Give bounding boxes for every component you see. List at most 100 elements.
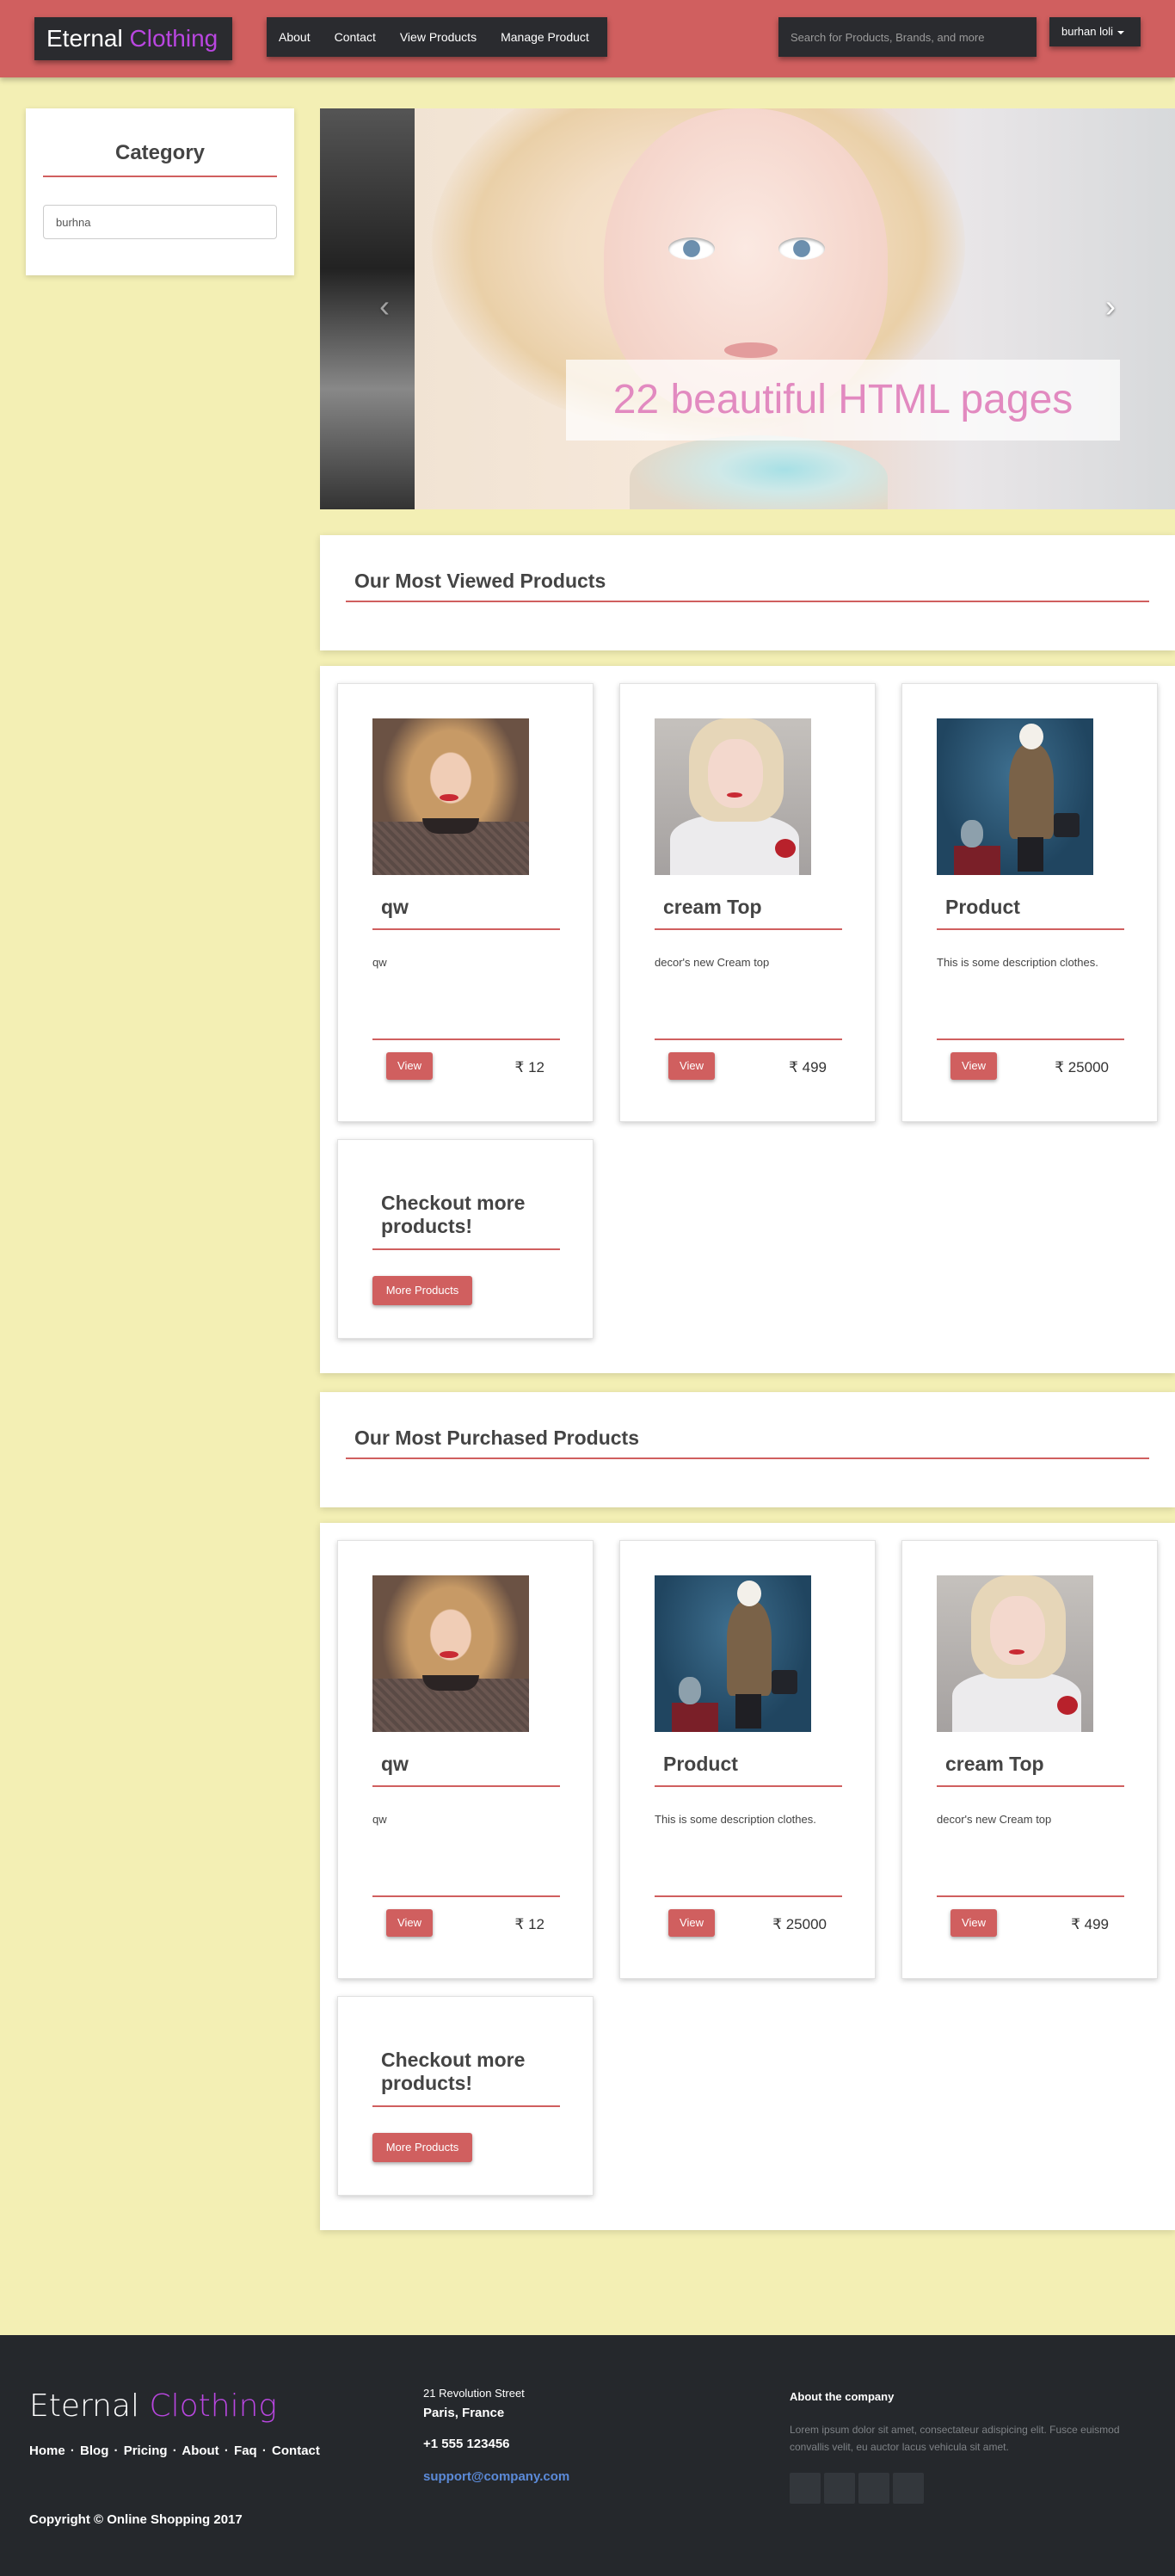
nav-contact[interactable]: Contact [335,30,376,44]
about-title: About the company [790,2390,895,2403]
checkout-more-title: Checkout more products! [381,1192,526,1237]
product-image[interactable] [655,718,811,875]
product-name: Product [663,1753,738,1775]
product-card: Product This is some description clothes… [619,1540,876,1979]
chevron-right-icon[interactable]: › [1098,289,1123,324]
divider [655,1038,842,1040]
product-card: cream Top decor's new Cream top View ₹ 4… [901,1540,1158,1979]
link-separator: · [70,2444,75,2458]
divider [655,1895,842,1897]
product-description: decor's new Cream top [937,1813,1052,1826]
nav-manage-product[interactable]: Manage Product [501,30,589,44]
chevron-left-icon[interactable]: ‹ [372,289,397,324]
footer-link-home[interactable]: Home [29,2444,65,2458]
view-button[interactable]: View [950,1052,997,1080]
divider [655,928,842,930]
divider [372,1038,560,1040]
carousel-image-eye [668,237,715,260]
divider [346,1457,1149,1459]
product-name: qw [381,896,409,918]
category-panel: Category [26,108,294,275]
product-image[interactable] [372,1575,529,1732]
section-title: Our Most Viewed Products [354,570,606,592]
brand-main-text: Eternal [46,25,123,52]
carousel-caption: 22 beautiful HTML pages [566,360,1120,441]
product-description: qw [372,956,387,969]
view-button[interactable]: View [386,1052,433,1080]
search-input[interactable] [778,17,1037,57]
user-menu-button[interactable]: burhan loli [1049,17,1141,46]
product-description: This is some description clothes. [655,1813,816,1826]
social-icon[interactable] [790,2473,821,2504]
social-icon[interactable] [893,2473,924,2504]
carousel-image-edge [320,108,415,509]
page-footer: Eternal Clothing Home · Blog · Pricing ·… [0,2335,1175,2576]
view-button[interactable]: View [950,1909,997,1937]
product-image[interactable] [655,1575,811,1732]
link-separator: · [114,2444,119,2458]
link-separator: · [261,2444,267,2458]
checkout-more-card: Checkout more products! More Products [337,1139,594,1339]
divider [937,928,1124,930]
most-purchased-header: Our Most Purchased Products [320,1392,1175,1507]
category-input[interactable] [43,205,277,239]
carousel-image-lips [724,342,778,358]
link-separator: · [224,2444,229,2458]
product-card: qw qw View ₹ 12 [337,683,594,1122]
phone-number: +1 555 123456 [423,2437,510,2451]
footer-link-about[interactable]: About [181,2444,218,2458]
footer-link-faq[interactable]: Faq [234,2444,257,2458]
category-title: Category [114,141,206,164]
footer-link-contact[interactable]: Contact [272,2444,320,2458]
divider [372,1895,560,1897]
product-card: Product This is some description clothes… [901,683,1158,1122]
product-price: ₹ 12 [514,1059,544,1075]
footer-brand: Eternal Clothing [29,2388,277,2424]
product-price: ₹ 25000 [772,1916,827,1932]
product-price: ₹ 499 [1071,1916,1109,1932]
section-title: Our Most Purchased Products [354,1427,640,1449]
carousel-image-eye [778,237,825,260]
carousel-image-collar [630,435,888,509]
brand-accent-text: Clothing [129,25,218,52]
divider [655,1785,842,1787]
checkout-more-card: Checkout more products! More Products [337,1996,594,2196]
divider [937,1785,1124,1787]
product-image[interactable] [372,718,529,875]
footer-links: Home · Blog · Pricing · About · Faq · Co… [29,2444,320,2458]
product-card: cream Top decor's new Cream top View ₹ 4… [619,683,876,1122]
divider [372,928,560,930]
product-price: ₹ 25000 [1055,1059,1109,1075]
footer-link-blog[interactable]: Blog [80,2444,108,2458]
nav-view-products[interactable]: View Products [400,30,477,44]
more-products-button[interactable]: More Products [372,1276,472,1305]
view-button[interactable]: View [668,1909,715,1937]
social-icon[interactable] [824,2473,855,2504]
product-image[interactable] [937,1575,1093,1732]
social-icon[interactable] [858,2473,889,2504]
user-name: burhan loli [1061,25,1113,38]
product-description: qw [372,1813,387,1826]
divider [937,1895,1124,1897]
divider [372,1248,560,1250]
product-card: qw qw View ₹ 12 [337,1540,594,1979]
footer-brand-main: Eternal [29,2388,140,2424]
view-button[interactable]: View [668,1052,715,1080]
product-name: cream Top [945,1753,1044,1775]
view-button[interactable]: View [386,1909,433,1937]
divider [372,1785,560,1787]
support-email-link[interactable]: support@company.com [423,2469,569,2484]
divider [937,1038,1124,1040]
footer-brand-accent: Clothing [149,2388,278,2424]
more-products-button[interactable]: More Products [372,2133,472,2162]
brand-logo[interactable]: Eternal Clothing [34,17,232,60]
product-name: qw [381,1753,409,1775]
link-separator: · [172,2444,177,2458]
product-image[interactable] [937,718,1093,875]
footer-link-pricing[interactable]: Pricing [124,2444,168,2458]
checkout-more-title: Checkout more products! [381,2049,526,2094]
address-line-1: 21 Revolution Street [423,2387,525,2400]
address-line-2: Paris, France [423,2406,505,2420]
nav-about[interactable]: About [279,30,311,44]
most-viewed-header: Our Most Viewed Products [320,535,1175,650]
